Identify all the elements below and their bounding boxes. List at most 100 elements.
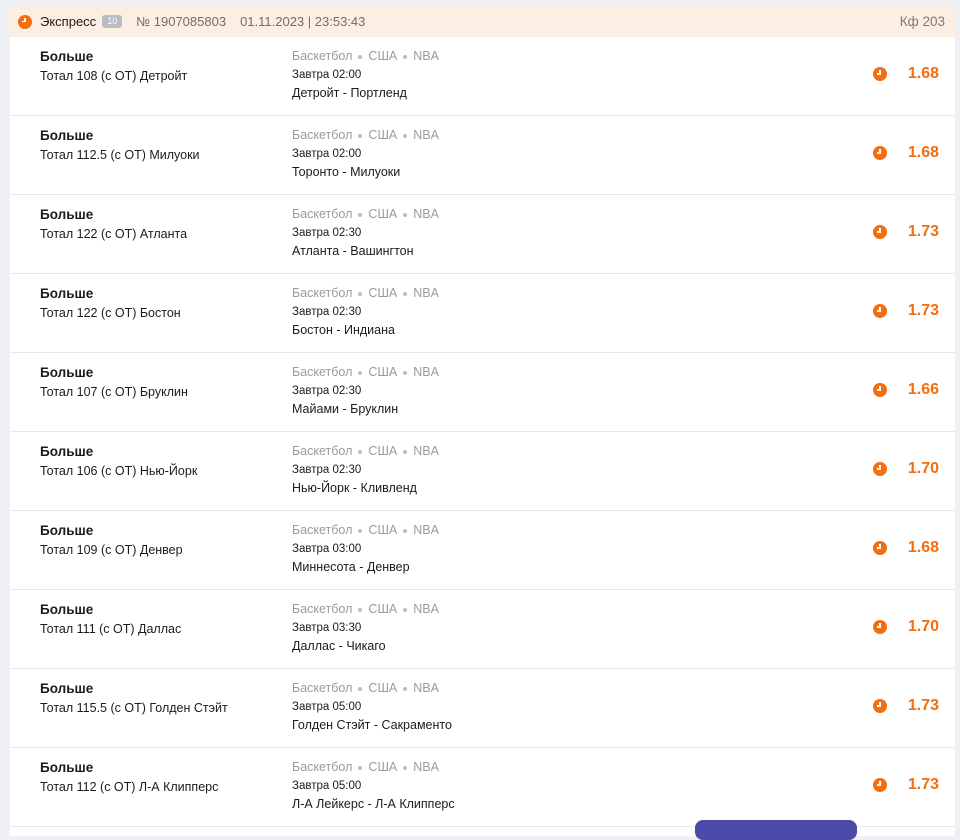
total-coef: Кф 203 bbox=[899, 14, 945, 29]
clock-icon bbox=[873, 778, 887, 792]
event-column: Баскетбол США NBA Завтра 02:30 Нью-Йорк - … bbox=[292, 444, 439, 495]
clock-icon bbox=[18, 14, 32, 29]
league-label: NBA bbox=[413, 760, 439, 774]
odd-value: 1.73 bbox=[907, 302, 939, 319]
event-column: Баскетбол США NBA Завтра 02:00 Торонто - М… bbox=[292, 128, 439, 179]
market-label: Больше bbox=[40, 760, 94, 775]
separator-dot bbox=[358, 133, 363, 138]
country-label: США bbox=[368, 681, 398, 695]
selection-column: Больше Тотал 106 (с ОТ) Нью-Йорк bbox=[40, 444, 197, 478]
selection-column: Больше Тотал 108 (с ОТ) Детройт bbox=[40, 49, 187, 83]
bet-number: № 1907085803 bbox=[136, 14, 227, 29]
separator-dot bbox=[358, 607, 363, 612]
selection-label: Тотал 112 (с ОТ) Л-А Клипперс bbox=[40, 780, 219, 794]
bet-row[interactable]: Больше Тотал 122 (с ОТ) Атланта Баскетбо… bbox=[10, 195, 955, 274]
league-label: NBA bbox=[413, 365, 439, 379]
event-column: Баскетбол США NBA Завтра 05:00 Л-А Лейкерс… bbox=[292, 760, 455, 811]
event-time: Завтра 02:30 bbox=[292, 227, 362, 239]
separator-dot bbox=[358, 54, 363, 59]
market-label: Больше bbox=[40, 602, 94, 617]
bet-row[interactable]: Больше Тотал 112.5 (с ОТ) Милуоки Баскет… bbox=[10, 116, 955, 195]
league-label: NBA bbox=[413, 49, 439, 63]
sport-label: Баскетбол bbox=[292, 602, 353, 616]
odd-value: 1.73 bbox=[907, 223, 939, 240]
event-column: Баскетбол США NBA Завтра 03:30 Даллас - Чи… bbox=[292, 602, 439, 653]
event-teams[interactable]: Торонто - Милуоки bbox=[292, 165, 439, 179]
event-teams[interactable]: Голден Стэйт - Сакраменто bbox=[292, 718, 452, 732]
market-label: Больше bbox=[40, 444, 94, 459]
event-time: Завтра 02:00 bbox=[292, 69, 362, 81]
league-label: NBA bbox=[413, 602, 439, 616]
event-column: Баскетбол США NBA Завтра 05:00 Голден Стэй… bbox=[292, 681, 452, 732]
country-label: США bbox=[368, 286, 398, 300]
clock-icon bbox=[873, 67, 887, 81]
separator-dot bbox=[358, 528, 363, 533]
tournament-path: Баскетбол США NBA bbox=[292, 523, 439, 537]
event-column: Баскетбол США NBA Завтра 02:30 Бостон - Ин… bbox=[292, 286, 439, 337]
separator-dot bbox=[358, 765, 363, 770]
bet-header[interactable]: Экспресс 10 № 1907085803 01.11.2023 | 23… bbox=[10, 6, 955, 37]
selection-column: Больше Тотал 111 (с ОТ) Даллас bbox=[40, 602, 181, 636]
clock-icon bbox=[873, 541, 887, 555]
odd-column: 1.68 bbox=[873, 65, 939, 83]
country-label: США bbox=[368, 444, 398, 458]
event-teams[interactable]: Майами - Бруклин bbox=[292, 402, 439, 416]
market-label: Больше bbox=[40, 365, 94, 380]
event-teams[interactable]: Детройт - Портленд bbox=[292, 86, 439, 100]
event-teams[interactable]: Бостон - Индиана bbox=[292, 323, 439, 337]
odd-column: 1.70 bbox=[873, 460, 939, 478]
separator-dot bbox=[358, 370, 363, 375]
odd-column: 1.68 bbox=[873, 539, 939, 557]
event-teams[interactable]: Л-А Лейкерс - Л-А Клипперс bbox=[292, 797, 455, 811]
separator-dot bbox=[358, 291, 363, 296]
event-teams[interactable]: Нью-Йорк - Кливленд bbox=[292, 481, 439, 495]
sport-label: Баскетбол bbox=[292, 286, 353, 300]
event-teams[interactable]: Атланта - Вашингтон bbox=[292, 244, 439, 258]
bet-datetime: 01.11.2023 | 23:53:43 bbox=[240, 14, 366, 29]
selection-column: Больше Тотал 112 (с ОТ) Л-А Клипперс bbox=[40, 760, 218, 794]
event-column: Баскетбол США NBA Завтра 02:30 Майами - Бр… bbox=[292, 365, 439, 416]
separator-dot bbox=[358, 212, 363, 217]
tournament-path: Баскетбол США NBA bbox=[292, 760, 455, 774]
selection-column: Больше Тотал 107 (с ОТ) Бруклин bbox=[40, 365, 188, 399]
event-teams[interactable]: Даллас - Чикаго bbox=[292, 639, 439, 653]
event-teams[interactable]: Миннесота - Денвер bbox=[292, 560, 439, 574]
selection-label: Тотал 108 (с ОТ) Детройт bbox=[40, 69, 188, 83]
selection-label: Тотал 122 (с ОТ) Бостон bbox=[40, 306, 181, 320]
country-label: США bbox=[368, 365, 398, 379]
bet-type-label: Экспресс bbox=[40, 14, 97, 29]
country-label: США bbox=[368, 128, 398, 142]
sport-label: Баскетбол bbox=[292, 365, 353, 379]
tournament-path: Баскетбол США NBA bbox=[292, 365, 439, 379]
market-label: Больше bbox=[40, 49, 94, 64]
country-label: США bbox=[368, 760, 398, 774]
market-label: Больше bbox=[40, 128, 94, 143]
event-time: Завтра 05:00 bbox=[292, 780, 362, 792]
selection-column: Больше Тотал 112.5 (с ОТ) Милуоки bbox=[40, 128, 200, 162]
bet-list: Больше Тотал 108 (с ОТ) Детройт Баскетбо… bbox=[10, 37, 955, 827]
selection-label: Тотал 112.5 (с ОТ) Милуоки bbox=[40, 148, 200, 162]
selection-label: Тотал 115.5 (с ОТ) Голден Стэйт bbox=[40, 701, 228, 715]
separator-dot bbox=[403, 765, 408, 770]
tournament-path: Баскетбол США NBA bbox=[292, 49, 439, 63]
selection-column: Больше Тотал 122 (с ОТ) Бостон bbox=[40, 286, 181, 320]
bet-row[interactable]: Больше Тотал 112 (с ОТ) Л-А Клипперс Бас… bbox=[10, 748, 955, 827]
bet-row[interactable]: Больше Тотал 115.5 (с ОТ) Голден Стэйт Б… bbox=[10, 669, 955, 748]
bet-row[interactable]: Больше Тотал 106 (с ОТ) Нью-Йорк Баскетб… bbox=[10, 432, 955, 511]
clock-icon bbox=[873, 146, 887, 160]
event-time: Завтра 05:00 bbox=[292, 701, 362, 713]
action-button[interactable] bbox=[695, 820, 857, 840]
bet-row[interactable]: Больше Тотал 109 (с ОТ) Денвер Баскетбол… bbox=[10, 511, 955, 590]
odd-column: 1.73 bbox=[873, 697, 939, 715]
bet-row[interactable]: Больше Тотал 111 (с ОТ) Даллас Баскетбол… bbox=[10, 590, 955, 669]
bet-row[interactable]: Больше Тотал 108 (с ОТ) Детройт Баскетбо… bbox=[10, 37, 955, 116]
bet-row[interactable]: Больше Тотал 122 (с ОТ) Бостон Баскетбол… bbox=[10, 274, 955, 353]
bet-row[interactable]: Больше Тотал 107 (с ОТ) Бруклин Баскетбо… bbox=[10, 353, 955, 432]
selection-label: Тотал 107 (с ОТ) Бруклин bbox=[40, 385, 188, 399]
country-label: США bbox=[368, 602, 398, 616]
separator-dot bbox=[403, 133, 408, 138]
event-time: Завтра 02:30 bbox=[292, 464, 362, 476]
market-label: Больше bbox=[40, 681, 94, 696]
event-column: Баскетбол США NBA Завтра 02:00 Детройт - П… bbox=[292, 49, 439, 100]
odd-value: 1.68 bbox=[907, 539, 939, 556]
